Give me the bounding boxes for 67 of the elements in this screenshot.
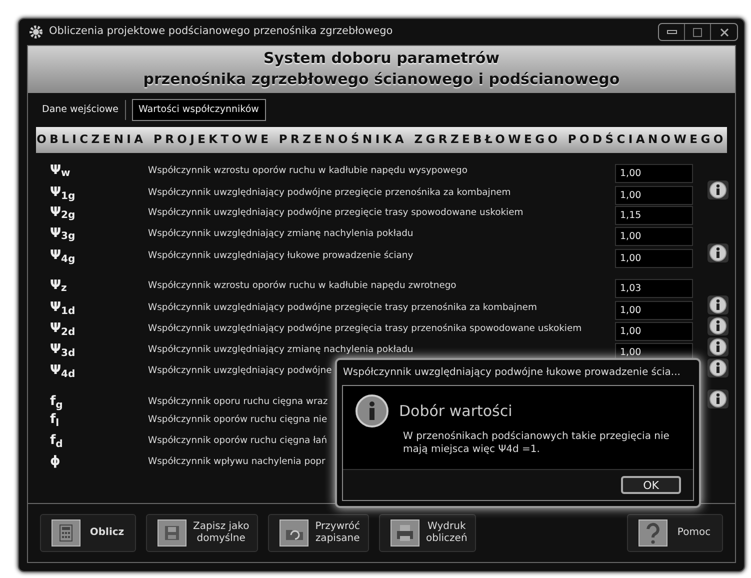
minimize-icon [666,30,676,34]
coefficient-label: Współczynnik uwzględniający podwójne przegięcia trasy przenośnika spowodowane uskokiem [148,322,582,336]
symbol-label: f$_{g}$ [50,393,63,412]
symbol-label: Ψ$_{3d}$ [50,341,76,360]
symbol-label: f$_{d}$ [50,432,63,451]
question-mark-icon [638,519,668,547]
folder-icon [279,519,310,547]
symbol-label: Ψ$_{w}$ [50,162,70,180]
toolbar-button[interactable]: Wydruk obliczeń [379,514,476,552]
window-title: Obliczenia projektowe podścianowego przenośnika zgrzebłowego [49,24,393,40]
coefficient-label: Współczynnik oporu ruchu cięgna wraz [148,395,328,409]
floppy-icon [157,519,187,547]
symbol-label: Ψ$_{4d}$ [50,362,76,381]
dialog-title: Współczynnik uwzględniający podwójne łukowe prowadzenie ścia... [342,366,682,380]
symbol-label: Ψ$_{2d}$ [50,320,76,339]
ok-button[interactable]: OK [621,476,681,494]
coefficient-label: Współczynnik uwzględniający podwójne [148,364,332,378]
value-field[interactable]: 1,15 [615,206,693,224]
toolbar-button[interactable]: Pomoc [627,514,723,552]
maximize-icon [693,28,702,36]
gear-icon [29,25,43,39]
printer-icon [390,519,420,547]
info-button[interactable] [707,242,729,262]
symbol-label: Ψ$_{2g}$ [50,204,76,222]
symbol-label: Ψ$_{1d}$ [50,299,76,318]
info-button[interactable] [707,358,729,378]
coefficient-label: Współczynnik oporów ruchu cięgna łań [148,434,328,448]
coefficient-label: Współczynnik uwzględniający podwójne przegięcie trasy spowodowane uskokiem [148,206,524,220]
toolbar-button[interactable]: Przywróć zapisane [268,514,370,552]
coefficient-label: Współczynnik uwzględniający podwójne przegięcie trasy przenośnika za kombajnem [148,301,537,315]
toolbar-button[interactable]: Zapisz jako domyślne [146,514,258,552]
info-icon [355,394,389,428]
coefficient-label: Współczynnik wzrostu oporów ruchu w kadłubie napędu wysypowego [148,164,468,178]
coefficient-label: Współczynnik oporów ruchu cięgna nie [148,413,328,427]
symbol-label: Ψ$_{1g}$ [50,184,76,203]
value-field[interactable]: 1,00 [615,164,693,182]
coefficient-label: Współczynnik wzrostu oporów ruchu w kadłubie napędu zwrotnego [148,278,456,292]
value-field[interactable]: 1,00 [615,301,693,320]
info-button[interactable] [707,180,729,200]
info-button[interactable] [707,388,729,408]
dialog-heading: Dobór wartości [399,400,512,422]
value-field[interactable]: 1,03 [615,278,693,298]
info-button[interactable] [707,336,729,356]
symbol-label: ϕ [50,453,60,472]
info-button[interactable] [707,294,729,314]
tab[interactable]: Wartości współczynników [132,99,266,122]
dialog-message: W przenośnikach podścianowych takie przegięcia nie mają miejsca więc Ψ4d =1. [402,430,670,456]
calculator-icon [51,519,81,547]
value-field[interactable]: 1,00 [615,249,693,268]
symbol-label: f$_{l}$ [50,411,60,430]
info-button[interactable] [707,316,729,336]
value-field[interactable]: 1,00 [615,322,693,341]
toolbar-button[interactable]: Oblicz [40,514,136,552]
coefficient-label: Współczynnik uwzględniający podwójne przegięcie przenośnika za kombajnem [148,186,511,200]
section-title: OBLICZENIA PROJEKTOWE PRZENOŚNIKA ZGRZEBŁOWEGO PODŚCIANOWEGO [36,127,727,152]
symbol-label: Ψ$_{4g}$ [50,247,76,266]
coefficient-label: Współczynnik uwzględniający zmianę nachylenia pokładu [148,343,414,357]
coefficient-label: Współczynnik uwzględniający zmianę nachylenia pokładu [148,226,414,240]
coefficient-label: Współczynnik wpływu nachylenia popr [148,455,326,469]
coefficient-label: Współczynnik uwzględniający łukowe prowadzenie ściany [148,249,414,263]
symbol-label: Ψ$_{z}$ [50,276,67,296]
value-field[interactable]: 1,00 [615,226,693,246]
tab[interactable]: Dane wejściowe [36,100,126,120]
symbol-label: Ψ$_{3g}$ [50,224,76,244]
close-icon [720,28,728,36]
header-banner: System doboru parametrów przenośnika zgrzebłowego ścianowego i podścianowego [28,46,735,93]
value-field[interactable]: 1,00 [615,186,693,205]
